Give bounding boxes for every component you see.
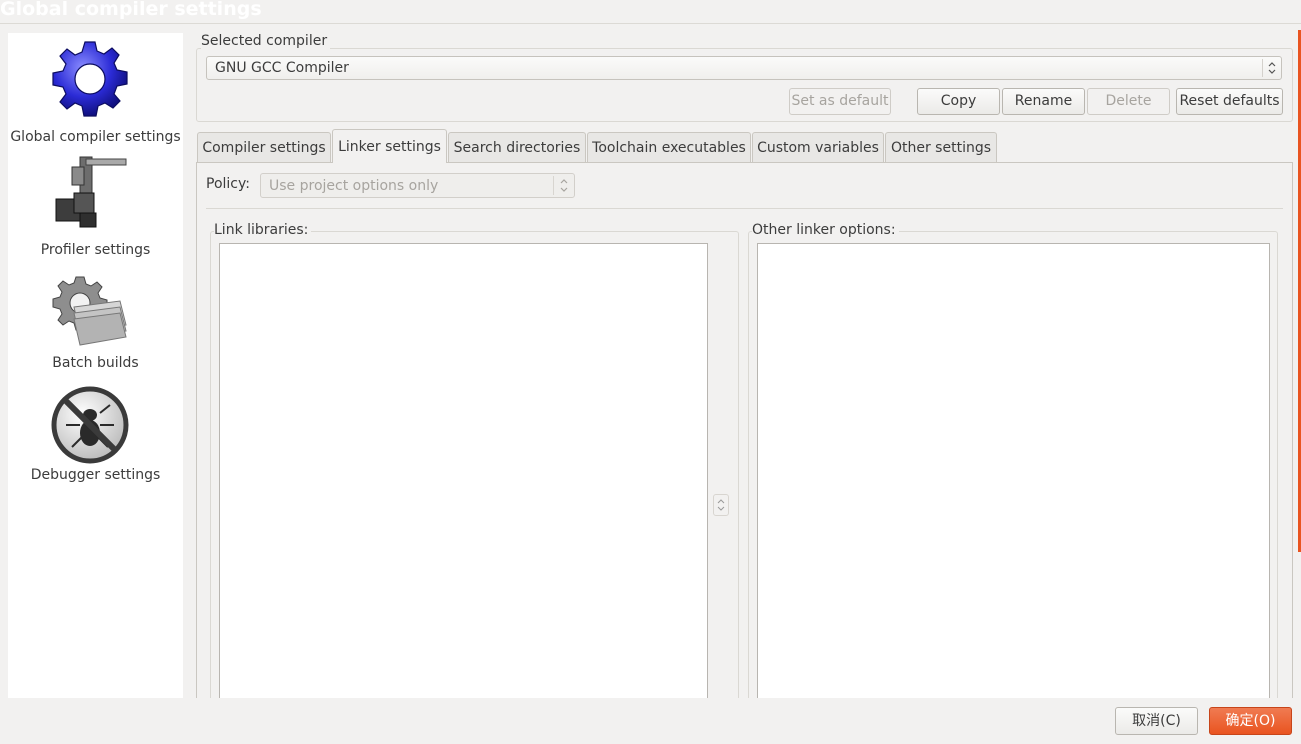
copy-button[interactable]: Copy	[917, 88, 1000, 115]
other-linker-options-textarea[interactable]	[757, 243, 1270, 702]
splitter-handle[interactable]	[713, 494, 729, 516]
window-title: Global compiler settings	[0, 0, 262, 20]
tab-custom-variables[interactable]: Custom variables	[752, 132, 884, 162]
sidebar-item-label: Global compiler settings	[10, 129, 181, 145]
tab-other-settings[interactable]: Other settings	[885, 132, 997, 162]
title-bar: Global compiler settings	[0, 0, 1301, 24]
rename-button[interactable]: Rename	[1002, 88, 1085, 115]
delete-button[interactable]: Delete	[1087, 88, 1170, 115]
cancel-button[interactable]: 取消(C)	[1115, 707, 1198, 735]
compiler-select-value: GNU GCC Compiler	[215, 60, 349, 76]
link-libraries-list[interactable]	[219, 243, 708, 702]
sidebar-item-label: Batch builds	[52, 355, 139, 371]
other-linker-options-label: Other linker options:	[752, 222, 899, 238]
caliper-icon	[55, 156, 127, 228]
dialog-button-bar	[0, 698, 1301, 744]
separator	[206, 208, 1283, 209]
sidebar-item-debugger[interactable]: Debugger settings	[8, 385, 183, 485]
policy-label: Policy:	[206, 176, 250, 192]
updown-arrow-icon	[553, 176, 574, 195]
tab-linker-settings[interactable]: Linker settings	[332, 129, 447, 163]
gear-icon	[52, 41, 128, 117]
updown-arrow-icon	[717, 499, 725, 511]
no-bug-icon	[51, 386, 129, 464]
settings-sidebar: Global compiler settings Profiler settin…	[8, 33, 183, 698]
tab-search-directories[interactable]: Search directories	[448, 132, 586, 162]
sidebar-item-batch-builds[interactable]: Batch builds	[8, 273, 183, 373]
gear-stack-icon	[52, 276, 127, 346]
sidebar-item-global-compiler[interactable]: Global compiler settings	[8, 39, 183, 149]
sidebar-item-label: Profiler settings	[40, 242, 151, 258]
link-libraries-label: Link libraries:	[214, 222, 312, 238]
sidebar-item-label: Debugger settings	[30, 467, 161, 483]
reset-defaults-button[interactable]: Reset defaults	[1176, 88, 1283, 115]
policy-select-value: Use project options only	[269, 178, 439, 194]
compiler-select[interactable]: GNU GCC Compiler	[206, 56, 1282, 80]
set-as-default-button[interactable]: Set as default	[789, 88, 891, 115]
updown-arrow-icon	[1262, 59, 1281, 77]
policy-select[interactable]: Use project options only	[260, 173, 575, 198]
sidebar-item-profiler[interactable]: Profiler settings	[8, 153, 183, 261]
ok-button[interactable]: 确定(O)	[1209, 707, 1292, 735]
tab-toolchain-executables[interactable]: Toolchain executables	[587, 132, 751, 162]
selected-compiler-label: Selected compiler	[201, 33, 331, 49]
tab-compiler-settings[interactable]: Compiler settings	[197, 132, 331, 162]
